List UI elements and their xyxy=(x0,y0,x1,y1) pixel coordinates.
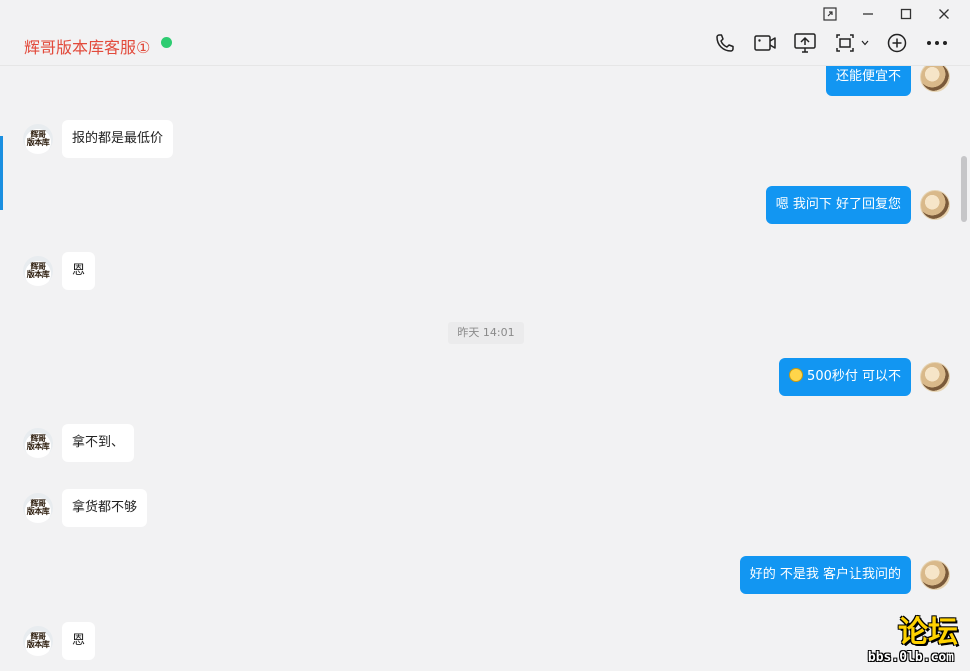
message-outgoing: 好的 不是我 客户让我问的 xyxy=(739,556,950,594)
message-bubble[interactable]: 拿货都不够 xyxy=(62,489,148,527)
avatar[interactable]: 辉哥 版本库 xyxy=(23,124,53,154)
message-bubble[interactable]: 好的 不是我 客户让我问的 xyxy=(739,556,911,594)
screenshot-icon[interactable] xyxy=(832,31,858,55)
message-outgoing: 嗯 我问下 好了回复您 xyxy=(765,186,950,224)
watermark-url: bbs.0lb.com xyxy=(867,650,954,665)
message-incoming: 辉哥 版本库 恩 xyxy=(23,622,96,660)
message-bubble[interactable]: 拿不到、 xyxy=(62,424,135,462)
phone-icon[interactable] xyxy=(712,31,738,55)
more-icon[interactable] xyxy=(924,31,950,55)
scrollbar-thumb[interactable] xyxy=(961,156,967,222)
message-incoming: 辉哥 版本库 拿不到、 xyxy=(23,424,135,462)
chat-toolbar xyxy=(712,31,950,55)
avatar[interactable]: 辉哥 版本库 xyxy=(23,626,53,656)
message-bubble[interactable]: 嗯 我问下 好了回复您 xyxy=(765,186,911,224)
chevron-down-icon[interactable] xyxy=(860,31,870,55)
grin-emoji-icon xyxy=(789,368,804,382)
maximize-icon[interactable] xyxy=(898,6,914,22)
message-incoming: 辉哥 版本库 报的都是最低价 xyxy=(23,120,174,158)
avatar[interactable] xyxy=(920,66,950,92)
message-list[interactable]: 还能便宜不 辉哥 版本库 报的都是最低价 嗯 我问下 好了回复您 辉哥 版本库 恩 … xyxy=(0,66,970,671)
window-controls xyxy=(822,6,952,22)
message-bubble[interactable]: 恩 xyxy=(62,252,96,290)
message-outgoing: 500秒付 可以不 xyxy=(779,358,950,396)
message-outgoing: 还能便宜不 xyxy=(825,66,950,96)
pin-icon[interactable] xyxy=(822,6,838,22)
avatar[interactable] xyxy=(920,190,950,220)
avatar[interactable]: 辉哥 版本库 xyxy=(23,493,53,523)
chat-title[interactable]: 辉哥版本库客服① xyxy=(24,34,150,58)
title-bar: 辉哥版本库客服① xyxy=(0,0,970,66)
screen-share-icon[interactable] xyxy=(792,31,818,55)
message-bubble[interactable]: 恩 xyxy=(62,622,96,660)
message-incoming: 辉哥 版本库 恩 xyxy=(23,252,96,290)
video-icon[interactable] xyxy=(752,31,778,55)
message-incoming: 辉哥 版本库 拿货都不够 xyxy=(23,489,148,527)
message-bubble[interactable]: 还能便宜不 xyxy=(825,66,911,96)
add-icon[interactable] xyxy=(884,31,910,55)
avatar[interactable]: 辉哥 版本库 xyxy=(23,256,53,286)
close-icon[interactable] xyxy=(936,6,952,22)
message-bubble[interactable]: 报的都是最低价 xyxy=(62,120,174,158)
avatar[interactable]: 辉哥 版本库 xyxy=(23,428,53,458)
message-bubble[interactable]: 500秒付 可以不 xyxy=(779,358,911,396)
minimize-icon[interactable] xyxy=(860,6,876,22)
avatar[interactable] xyxy=(920,362,950,392)
forum-watermark: 论坛 bbs.0lb.com xyxy=(818,607,958,665)
avatar[interactable] xyxy=(920,560,950,590)
time-separator: 昨天 14:01 xyxy=(448,322,524,344)
online-status-dot xyxy=(161,37,172,48)
watermark-logo: 论坛 xyxy=(898,615,958,650)
